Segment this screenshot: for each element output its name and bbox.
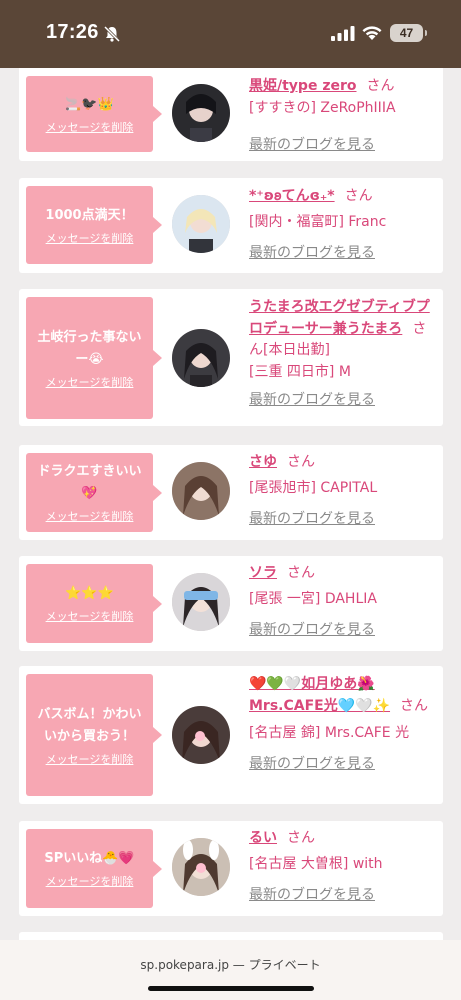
shop-label: [尾張 一宮] DAHLIA xyxy=(249,591,377,607)
status-bar: 17:26 47 xyxy=(0,0,461,68)
latest-blog-link[interactable]: 最新のブログを見る xyxy=(249,885,437,905)
latest-blog-link[interactable]: 最新のブログを見る xyxy=(249,620,437,640)
latest-blog-link[interactable]: 最新のブログを見る xyxy=(249,390,437,410)
delete-message-link[interactable]: メッセージを削除 xyxy=(46,751,134,767)
message-text: バスボム！かわいいから買おう！ xyxy=(37,706,142,744)
status-time: 17:26 xyxy=(46,21,99,43)
latest-blog-link[interactable]: 最新のブログを見る xyxy=(249,243,437,263)
avatar[interactable] xyxy=(172,838,230,896)
delete-message-link[interactable]: メッセージを削除 xyxy=(46,230,134,246)
avatar[interactable] xyxy=(172,195,230,253)
message-text: 1000点満天！ xyxy=(45,207,134,223)
message-card: バスボム！かわいいから買おう！ メッセージを削除 ❤️💚🤍如月ゆあ🌺Mrs.CA… xyxy=(19,666,443,804)
message-text: ドラクエすきいい💖 xyxy=(37,464,142,501)
delete-message-link[interactable]: メッセージを削除 xyxy=(46,873,134,889)
honorific: さん xyxy=(400,698,429,714)
message-text: 🚬🐦‍⬛👑 xyxy=(65,96,114,112)
latest-blog-link[interactable]: 最新のブログを見る xyxy=(249,509,437,529)
message-text: ⭐⭐⭐ xyxy=(65,586,114,601)
shop-label: [すすきの] ZeRoPhIIIA xyxy=(249,100,396,116)
shop-label: [名古屋 大曽根] with xyxy=(249,856,383,872)
message-bubble: バスボム！かわいいから買おう！ メッセージを削除 xyxy=(26,674,162,796)
message-card xyxy=(19,932,443,940)
avatar[interactable] xyxy=(172,329,230,387)
girl-name-link[interactable]: ソラ xyxy=(249,565,277,581)
latest-blog-link[interactable]: 最新のブログを見る xyxy=(249,754,437,774)
girl-name-link[interactable]: うたまろ改エグゼブティブプロデューサー兼うたまろ xyxy=(249,299,430,337)
cellular-signal-icon xyxy=(331,26,355,41)
message-card: SPいいね🐣💗 メッセージを削除 るい さん [名古屋 大曽根] with 最新の… xyxy=(19,821,443,916)
shop-label: [名古屋 錦] Mrs.CAFE 光 xyxy=(249,725,410,741)
avatar[interactable] xyxy=(172,573,230,631)
message-bubble: ⭐⭐⭐ メッセージを削除 xyxy=(26,564,162,643)
girl-name-link[interactable]: 黒姫/type zero xyxy=(249,78,357,94)
honorific: さん xyxy=(287,565,315,581)
message-card: ドラクエすきいい💖 メッセージを削除 さゆ さん [尾張旭市] CAPITAL 最… xyxy=(19,445,443,540)
girl-name-link[interactable]: *⁺ʚ𐐪てんɞ₊* xyxy=(249,188,335,204)
home-indicator[interactable] xyxy=(148,986,314,991)
delete-message-link[interactable]: メッセージを削除 xyxy=(46,374,134,390)
message-bubble: SPいいね🐣💗 メッセージを削除 xyxy=(26,829,162,908)
message-card: 土岐行った事ない ー😭 メッセージを削除 うたまろ改エグゼブティブプロデューサー… xyxy=(19,289,443,426)
girl-name-link[interactable]: ❤️💚🤍如月ゆあ🌺Mrs.CAFE光🩵🤍✨ xyxy=(249,676,390,714)
avatar[interactable] xyxy=(172,706,230,764)
honorific: さん xyxy=(366,78,395,94)
shop-label: [関内・福富町] Franc xyxy=(249,214,387,230)
card-info: さゆ さん [尾張旭市] CAPITAL 最新のブログを見る xyxy=(249,452,437,529)
message-bubble: ドラクエすきいい💖 メッセージを削除 xyxy=(26,453,162,532)
honorific: さん xyxy=(287,830,315,846)
card-info: ソラ さん [尾張 一宮] DAHLIA 最新のブログを見る xyxy=(249,563,437,640)
avatar[interactable] xyxy=(172,462,230,520)
card-info: るい さん [名古屋 大曽根] with 最新のブログを見る xyxy=(249,828,437,905)
delete-message-link[interactable]: メッセージを削除 xyxy=(46,608,134,624)
avatar[interactable] xyxy=(172,84,230,142)
message-card: ⭐⭐⭐ メッセージを削除 ソラ さん [尾張 一宮] DAHLIA 最新のブログを… xyxy=(19,556,443,651)
card-info: うたまろ改エグゼブティブプロデューサー兼うたまろ さん[本日出勤] [三重 四日市… xyxy=(249,296,437,410)
url-text[interactable]: sp.pokepara.jp — プライベート xyxy=(0,956,461,973)
shop-label: [三重 四日市] M xyxy=(249,364,351,380)
card-info: ❤️💚🤍如月ゆあ🌺Mrs.CAFE光🩵🤍✨ さん [名古屋 錦] Mrs.CAFE… xyxy=(249,673,437,774)
message-text: 土岐行った事ない ー😭 xyxy=(37,329,142,367)
delete-message-link[interactable]: メッセージを削除 xyxy=(46,508,134,524)
message-bubble: 🚬🐦‍⬛👑 メッセージを削除 xyxy=(26,76,162,152)
girl-name-link[interactable]: さゆ xyxy=(249,454,277,470)
attendance-badge: [本日出勤] xyxy=(263,342,330,358)
honorific: さん xyxy=(287,454,315,470)
shop-label: [尾張旭市] CAPITAL xyxy=(249,480,378,496)
card-info: *⁺ʚ𐐪てんɞ₊* さん [関内・福富町] Franc 最新のブログを見る xyxy=(249,186,437,263)
latest-blog-link[interactable]: 最新のブログを見る xyxy=(249,135,437,155)
message-bubble: 土岐行った事ない ー😭 メッセージを削除 xyxy=(26,297,162,419)
bell-muted-icon xyxy=(103,25,121,43)
browser-url-bar[interactable]: sp.pokepara.jp — プライベート xyxy=(0,940,461,1000)
honorific: さん xyxy=(344,188,373,204)
message-card: 1000点満天！ メッセージを削除 *⁺ʚ𐐪てんɞ₊* さん [関内・福富町] F… xyxy=(19,178,443,273)
delete-message-link[interactable]: メッセージを削除 xyxy=(46,119,134,135)
message-card: 🚬🐦‍⬛👑 メッセージを削除 黒姫/type zero さん [すすきの] ZeR… xyxy=(19,68,443,161)
message-text: SPいいね🐣💗 xyxy=(44,851,135,866)
message-bubble: 1000点満天！ メッセージを削除 xyxy=(26,186,162,264)
girl-name-link[interactable]: るい xyxy=(249,830,277,846)
wifi-icon xyxy=(362,26,382,40)
message-list[interactable]: 🚬🐦‍⬛👑 メッセージを削除 黒姫/type zero さん [すすきの] ZeR… xyxy=(0,68,461,940)
card-info: 黒姫/type zero さん [すすきの] ZeRoPhIIIA 最新のブログを… xyxy=(249,76,437,155)
battery-icon: 47 xyxy=(390,24,427,42)
